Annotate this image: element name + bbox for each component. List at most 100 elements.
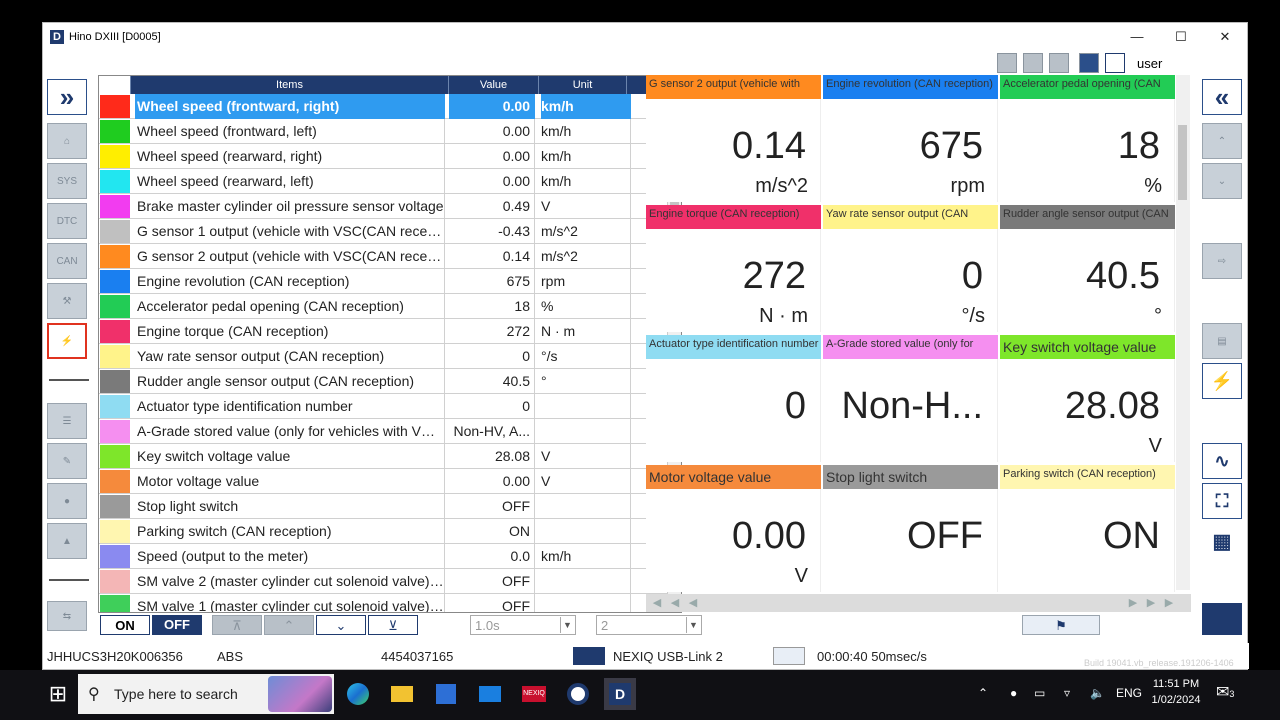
maximize-button[interactable]: ☐ — [1159, 23, 1203, 51]
table-row[interactable]: Accelerator pedal opening (CAN reception… — [99, 294, 667, 319]
battery-icon[interactable]: ▭ — [1034, 686, 1045, 700]
next-fast-icon[interactable]: ▶ — [1144, 596, 1158, 610]
off-button[interactable]: OFF — [152, 615, 202, 635]
hat-list-button[interactable]: ▲ — [47, 523, 87, 559]
up-button[interactable]: ⌃ — [264, 615, 314, 635]
table-row[interactable]: Engine torque (CAN reception) 272 N · m — [99, 319, 667, 344]
prev-page-icon[interactable]: ◀ — [686, 596, 700, 610]
start-button[interactable]: ⊞ — [44, 680, 72, 708]
clock[interactable]: 11:51 PM 1/02/2024 — [1144, 676, 1208, 708]
data-monitor-button[interactable]: ⚡ — [47, 323, 87, 359]
gauge-tile[interactable]: A-Grade stored value (only for Non-H... — [823, 335, 998, 462]
tools-button[interactable]: ⚒ — [47, 283, 87, 319]
table-row[interactable]: SM valve 2 (master cylinder cut solenoid… — [99, 569, 667, 594]
store-icon[interactable] — [430, 678, 462, 710]
table-row[interactable]: Motor voltage value 0.00 V — [99, 469, 667, 494]
down-button[interactable]: ⌄ — [316, 615, 366, 635]
top-button[interactable]: ⊼ — [212, 615, 262, 635]
table-row[interactable]: Key switch voltage value 28.08 V — [99, 444, 667, 469]
scroll-up-button[interactable]: ⌃ — [1202, 123, 1242, 159]
hino-dx-icon[interactable]: D — [604, 678, 636, 710]
gear-icon[interactable] — [1049, 53, 1069, 73]
gauge-tile[interactable]: Parking switch (CAN reception) ON — [1000, 465, 1175, 592]
gauge-tile[interactable]: Yaw rate sensor output (CAN 0 °/s — [823, 205, 998, 332]
live-data-button[interactable]: ⚡ — [1202, 363, 1242, 399]
notification-icon[interactable]: ✉3 — [1216, 682, 1234, 702]
header-unit[interactable]: Unit — [539, 76, 627, 94]
table-row[interactable]: G sensor 1 output (vehicle with VSC(CAN … — [99, 219, 667, 244]
table-row[interactable]: Yaw rate sensor output (CAN reception) 0 °… — [99, 344, 667, 369]
edit-icon[interactable] — [1079, 53, 1099, 73]
tray-chevron-up-icon[interactable]: ⌃ — [978, 686, 988, 700]
edge-icon[interactable] — [342, 678, 374, 710]
close-button[interactable]: ✕ — [1203, 23, 1247, 51]
print-icon[interactable] — [997, 53, 1017, 73]
fullscreen-button[interactable]: ⛶ — [1202, 483, 1242, 519]
collapse-panel-button[interactable]: « — [1202, 79, 1242, 115]
table-row[interactable]: Speed (output to the meter) 0.0 km/h — [99, 544, 667, 569]
connection-button[interactable]: ⇆ — [47, 601, 87, 631]
next-page-icon[interactable]: ▶ — [1126, 596, 1140, 610]
table-row[interactable]: SM valve 1 (master cylinder cut solenoid… — [99, 594, 667, 612]
remote-icon[interactable] — [562, 678, 594, 710]
waveform-button[interactable]: ∿ — [1202, 443, 1242, 479]
export-button[interactable]: ⇨ — [1202, 243, 1242, 279]
edit-list-button[interactable]: ✎ — [47, 443, 87, 479]
table-row[interactable]: Stop light switch OFF — [99, 494, 667, 519]
gauge-tile[interactable]: Key switch voltage value 28.08 V — [1000, 335, 1175, 462]
home-button[interactable]: ⌂ — [47, 123, 87, 159]
scrollbar-thumb[interactable] — [1178, 125, 1187, 200]
gauge-tile[interactable]: G sensor 2 output (vehicle with 0.14 m/s^2 — [646, 75, 821, 202]
interval-select[interactable]: 1.0s ▼ — [470, 615, 576, 635]
table-row[interactable]: Engine revolution (CAN reception) 675 rpm — [99, 269, 667, 294]
on-button[interactable]: ON — [100, 615, 150, 635]
header-value[interactable]: Value — [449, 76, 539, 94]
tiles-scrollbar[interactable] — [1176, 75, 1190, 590]
bottom-button[interactable]: ⊻ — [368, 615, 418, 635]
gauge-tile[interactable]: Actuator type identification number 0 — [646, 335, 821, 462]
mail-icon[interactable] — [474, 678, 506, 710]
can-button[interactable]: CAN — [47, 243, 87, 279]
header-items[interactable]: Items — [131, 76, 449, 94]
printer-icon[interactable] — [1023, 53, 1043, 73]
last-page-icon[interactable]: ▶ — [1162, 596, 1176, 610]
taskbar-search[interactable]: ⚲ Type here to search — [78, 674, 334, 714]
gauge-tile[interactable]: Motor voltage value 0.00 V — [646, 465, 821, 592]
chart-button[interactable]: ▤ — [1202, 323, 1242, 359]
grid-view-button[interactable]: ▦ — [1202, 523, 1242, 559]
language-indicator[interactable]: ENG — [1116, 686, 1142, 700]
settings-list-button[interactable]: ☰ — [47, 403, 87, 439]
count-select[interactable]: 2 ▼ — [596, 615, 702, 635]
gauge-tile[interactable]: Engine torque (CAN reception) 272 N · m — [646, 205, 821, 332]
lock-list-button[interactable]: ● — [47, 483, 87, 519]
gauge-tile[interactable]: Accelerator pedal opening (CAN 18% — [1000, 75, 1175, 202]
disconnect-icon[interactable] — [773, 647, 805, 665]
user-icon[interactable] — [1105, 53, 1125, 73]
nexiq-icon[interactable]: NEXIQ — [518, 678, 550, 710]
table-row[interactable]: Actuator type identification number 0 — [99, 394, 667, 419]
table-row[interactable]: G sensor 2 output (vehicle with VSC(CAN … — [99, 244, 667, 269]
flag-button[interactable]: ⚑ — [1022, 615, 1100, 635]
scroll-down-button[interactable]: ⌄ — [1202, 163, 1242, 199]
gauge-tile[interactable]: Stop light switch OFF — [823, 465, 998, 592]
minimize-button[interactable]: — — [1115, 23, 1159, 51]
dtc-button[interactable]: DTC — [47, 203, 87, 239]
column-settings-icon[interactable] — [99, 76, 131, 94]
system-check-button[interactable]: SYS — [47, 163, 87, 199]
expand-panel-button[interactable]: » — [47, 79, 87, 115]
prev-fast-icon[interactable]: ◀ — [668, 596, 682, 610]
table-row[interactable]: Parking switch (CAN reception) ON — [99, 519, 667, 544]
table-row[interactable]: Rudder angle sensor output (CAN receptio… — [99, 369, 667, 394]
file-explorer-icon[interactable] — [386, 678, 418, 710]
table-row[interactable]: Wheel speed (rearward, left) 0.00 km/h — [99, 169, 667, 194]
first-page-icon[interactable]: ◀ — [650, 596, 664, 610]
table-row[interactable]: Brake master cylinder oil pressure senso… — [99, 194, 667, 219]
wifi-icon[interactable]: ▿ — [1064, 686, 1070, 700]
tray-app-icon[interactable]: ● — [1010, 686, 1017, 700]
volume-icon[interactable]: 🔈 — [1090, 686, 1105, 700]
gauge-tile[interactable]: Engine revolution (CAN reception) 675 rpm — [823, 75, 998, 202]
table-row[interactable]: Wheel speed (rearward, right) 0.00 km/h — [99, 144, 667, 169]
table-row[interactable]: Wheel speed (frontward, right) 0.00 km/h — [99, 94, 667, 119]
table-row[interactable]: A-Grade stored value (only for vehicles … — [99, 419, 667, 444]
gauge-tile[interactable]: Rudder angle sensor output (CAN 40.5 ° — [1000, 205, 1175, 332]
